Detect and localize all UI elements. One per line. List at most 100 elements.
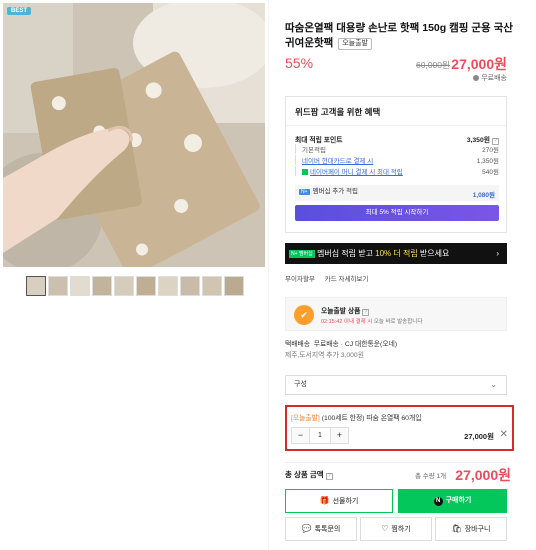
quantity-increase-button[interactable]: + (331, 428, 348, 443)
gift-button[interactable]: 🎁 선물하기 (285, 489, 393, 513)
help-icon[interactable]: ? (325, 473, 333, 480)
thumbnail-image[interactable] (70, 276, 90, 296)
talk-inquiry-button[interactable]: 💬 톡톡문의 (285, 517, 357, 541)
benefit-title: 위드팜 고객을 위한 혜택 (295, 107, 381, 117)
gift-icon: 🎁 (319, 496, 330, 505)
thumbnail-image[interactable] (26, 276, 46, 296)
gift-button-label: 선물하기 (332, 498, 359, 505)
basic-points-label: 기본적립 (302, 147, 326, 154)
quantity-decrease-button[interactable]: − (292, 428, 309, 443)
wishlist-button[interactable]: ♡ 찜하기 (360, 517, 432, 541)
npay-points-row: 네이버페이 머니 결제 시 최대 적립 540원 (295, 166, 499, 176)
selected-option-price: 27,000원 (464, 432, 494, 441)
shipping-info: 택배배송 무료배송 · CJ 대한통운(오네) 제주,도서지역 추가 3,000… (285, 339, 397, 361)
max-points-row: 최대 적립 포인트 3,350원? (295, 134, 499, 145)
thumbnail-image[interactable] (224, 276, 244, 296)
close-icon[interactable]: ✕ (500, 429, 508, 440)
cart-button[interactable]: 🛍 장바구니 (435, 517, 507, 541)
today-ship-title-text: 오늘출발 상품 (321, 308, 361, 315)
thumbnail-image[interactable] (92, 276, 112, 296)
truck-icon (473, 75, 480, 81)
membership-points-row: N+ 멤버십 추가 적립 1,080원 (295, 185, 499, 201)
banner-text-post: 받으세요 (417, 249, 450, 258)
total-label-text: 총 상품 금액 (285, 470, 324, 479)
npay-icon (302, 169, 308, 175)
basic-points-row: 기본적립 270원 (295, 144, 499, 154)
banner-text-pre: 멤버십 적립 받고 (316, 249, 376, 258)
benefit-box: 위드팜 고객을 위한 혜택 최대 적립 포인트 3,350원? 기본적립 270… (285, 96, 507, 233)
selected-option-name: [오늘출발] (100세트 한정) 따숨 온열팩 60개입 (291, 412, 421, 422)
today-ship-desc-text: 오늘 바로 발송합니다 (372, 319, 423, 325)
interest-free-link[interactable]: 무이자할부 (285, 276, 315, 283)
thumbnail-image[interactable] (202, 276, 222, 296)
selected-option-tag: [오늘출발] (291, 415, 320, 422)
shipping-line-1: 택배배송 무료배송 · CJ 대한통운(오네) (285, 339, 397, 350)
heart-icon: ♡ (381, 524, 389, 533)
total-label: 총 상품 금액? (285, 469, 333, 480)
buy-button-label: 구매하기 (445, 497, 472, 504)
card-points-row: 네이버 현대카드로 결제 시 1,350원 (295, 155, 499, 165)
npay-points-value: 540원 (482, 169, 499, 176)
buy-button[interactable]: N 구매하기 (398, 489, 507, 513)
today-ship-tag: 오늘출발 (338, 38, 372, 50)
thumbnail-image[interactable] (136, 276, 156, 296)
wishlist-button-label: 찜하기 (391, 526, 411, 533)
shipping-method-detail: 무료배송 · CJ 대한통운(오네) (313, 341, 398, 348)
npay-points-link[interactable]: 네이버페이 머니 결제 시 최대 적립 (310, 169, 403, 176)
shipping-line-2: 제주,도서지역 추가 3,000원 (285, 352, 364, 359)
thumbnail-image[interactable] (158, 276, 178, 296)
card-points-link[interactable]: 네이버 현대카드로 결제 시 (302, 158, 373, 165)
cart-button-label: 장바구니 (464, 526, 491, 533)
max-points-value: 3,350원 (466, 137, 490, 144)
membership-start-button[interactable]: 최대 5% 적립 시작하기 (295, 205, 499, 221)
today-ship-title: 오늘출발 상품? (321, 305, 370, 316)
free-shipping-label: 무료배송 (473, 73, 507, 83)
chat-icon: 💬 (301, 524, 312, 533)
original-price: 60,000원 (416, 60, 450, 70)
best-badge: BEST (7, 7, 32, 15)
product-gallery: BEST (0, 0, 268, 550)
thumbnail-image[interactable] (48, 276, 68, 296)
chevron-right-icon: › (496, 249, 499, 258)
card-points-value: 1,350원 (476, 158, 499, 165)
chevron-down-icon: ⌄ (490, 380, 497, 389)
total-price: 27,000원 (455, 467, 511, 483)
free-shipping-text: 무료배송 (481, 75, 507, 82)
option-select-label: 구성 (294, 381, 307, 388)
talk-button-label: 톡톡문의 (314, 526, 341, 533)
benefit-divider (286, 125, 506, 126)
quantity-stepper: − 1 + (291, 427, 349, 444)
total-divider (285, 462, 507, 463)
payment-links: 무이자할부 카드 자세히보기 (285, 273, 376, 283)
membership-points-label: 멤버십 추가 적립 (312, 188, 359, 195)
selected-option-box: [오늘출발] (100세트 한정) 따숨 온열팩 60개입 − 1 + 27,0… (285, 405, 514, 451)
help-icon[interactable]: ? (362, 309, 370, 316)
membership-banner[interactable]: N+ 멤버십 멤버십 적립 받고 10% 더 적립 받으세요 › (285, 243, 507, 264)
product-photo-illustration (3, 3, 265, 267)
option-select[interactable]: 구성 ⌄ (285, 375, 507, 395)
quantity-value[interactable]: 1 (309, 428, 331, 443)
discount-rate: 55% (285, 55, 314, 71)
thumbnail-strip (26, 276, 244, 296)
shipping-method: 택배배송 (285, 341, 311, 348)
thumbnail-image[interactable] (180, 276, 200, 296)
thumbnail-image[interactable] (114, 276, 134, 296)
card-benefit-link[interactable]: 카드 자세히보기 (325, 276, 369, 283)
product-title: 따숨온열팩 대용량 손난로 핫팩 150g 캠핑 군용 국산 귀여운핫팩 오늘출… (285, 21, 515, 51)
main-product-image[interactable]: BEST (3, 3, 265, 267)
product-title-text: 따숨온열팩 대용량 손난로 핫팩 150g 캠핑 군용 국산 귀여운핫팩 (285, 22, 513, 49)
column-divider (268, 0, 269, 550)
nplus-badge-icon: N+ (299, 189, 310, 195)
today-ship-icon: ✔ (294, 305, 314, 325)
total-count: 총 수량 1개 (415, 473, 447, 480)
selected-option-text: (100세트 한정) 따숨 온열팩 60개입 (321, 415, 422, 422)
sale-price: 27,000원 (451, 56, 507, 72)
npay-logo-icon: N (433, 497, 443, 506)
today-ship-box: ✔ 오늘출발 상품? 02:15:42 이내 결제 시 오늘 바로 발송합니다 (285, 297, 507, 331)
membership-badge: N+ 멤버십 (289, 250, 315, 258)
banner-text-highlight: 10% 더 적립 (375, 249, 418, 258)
today-ship-deadline: 02:15:42 이내 결제 시 (321, 319, 373, 325)
membership-points-value: 1,080원 (472, 192, 495, 199)
max-points-label: 최대 적립 포인트 (295, 137, 343, 144)
basic-points-value: 270원 (482, 147, 499, 154)
